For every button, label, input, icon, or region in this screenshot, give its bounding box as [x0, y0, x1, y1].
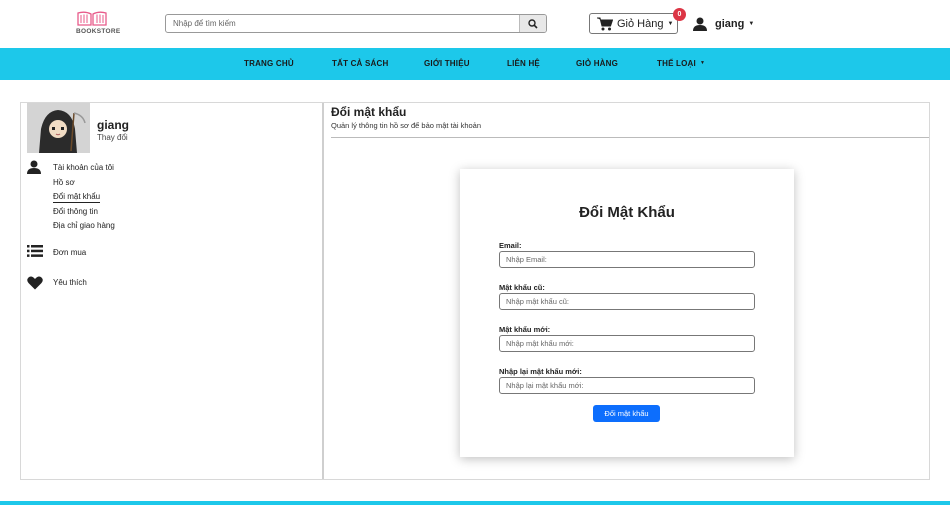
account-panel: giang Thay đổi Tài khoản của tôi Hồ sơ Đ…: [20, 102, 930, 480]
sidebar-item-orders[interactable]: Đơn mua: [53, 248, 86, 257]
logo-text: BOOKSTORE: [76, 28, 121, 35]
nav-categories[interactable]: THỂ LOẠI: [657, 59, 696, 68]
user-icon: [693, 17, 707, 31]
sidebar-item-account[interactable]: Tài khoản của tôi: [53, 163, 114, 172]
footer-bar: [0, 501, 950, 505]
email-label: Email:: [499, 241, 522, 250]
bookstore-logo[interactable]: BOOKSTORE: [76, 10, 132, 38]
new-password-field[interactable]: [499, 335, 755, 352]
nav-home[interactable]: TRANG CHỦ: [244, 59, 294, 68]
new-password-label: Mật khẩu mới:: [499, 325, 551, 334]
content-area: Đổi mật khẩu Quản lý thông tin hồ sơ để …: [326, 103, 929, 479]
nav-contact[interactable]: LIÊN HỆ: [507, 59, 540, 68]
list-icon: [27, 245, 43, 257]
change-password-form: Đổi Mật Khẩu Email: Mật khẩu cũ: Mật khẩ…: [460, 169, 794, 457]
page-subtitle: Quản lý thông tin hồ sơ để bảo mật tài k…: [331, 121, 482, 130]
search-input[interactable]: [166, 15, 520, 32]
form-heading: Đổi Mật Khẩu: [579, 204, 675, 221]
confirm-password-label: Nhập lại mật khẩu mới:: [499, 367, 582, 376]
nav-cart[interactable]: GIỎ HÀNG: [576, 59, 618, 68]
book-icon: [77, 11, 107, 26]
avatar-image: [27, 103, 90, 153]
confirm-password-field[interactable]: [499, 377, 755, 394]
cart-label: Giỏ Hàng: [617, 17, 664, 30]
cart-button[interactable]: Giỏ Hàng ▼: [589, 13, 678, 34]
nav-all-books[interactable]: TẤT CẢ SÁCH: [332, 59, 388, 68]
page-title: Đổi mật khẩu: [331, 105, 407, 119]
cart-icon: [597, 17, 613, 30]
header: BOOKSTORE Giỏ Hàng ▼ 0 giang ▼: [0, 0, 950, 48]
search-button[interactable]: [519, 15, 546, 32]
sidebar-item-profile[interactable]: Hồ sơ: [53, 178, 75, 187]
sidebar-item-change-password[interactable]: Đổi mật khẩu: [53, 192, 101, 203]
heart-icon: [27, 276, 43, 290]
account-sidebar: giang Thay đổi Tài khoản của tôi Hồ sơ Đ…: [21, 103, 324, 479]
email-field[interactable]: [499, 251, 755, 268]
sidebar-item-favorites[interactable]: Yêu thích: [53, 278, 87, 287]
sidebar-username: giang: [97, 118, 129, 132]
search-bar: [165, 14, 547, 33]
nav-about[interactable]: GIỚI THIỆU: [424, 59, 470, 68]
avatar[interactable]: [27, 103, 90, 153]
chevron-down-icon: ▼: [667, 20, 674, 27]
user-name: giang: [715, 18, 745, 30]
divider: [331, 137, 929, 138]
old-password-field[interactable]: [499, 293, 755, 310]
user-menu[interactable]: giang ▼: [693, 15, 754, 33]
chevron-down-icon: ▼: [700, 60, 705, 66]
main-nav: TRANG CHỦ TẤT CẢ SÁCH GIỚI THIỆU LIÊN HỆ…: [0, 48, 950, 80]
chevron-down-icon: ▼: [748, 21, 755, 27]
cart-count-badge: 0: [673, 8, 686, 21]
sidebar-item-edit-info[interactable]: Đổi thông tin: [53, 207, 98, 216]
user-icon: [27, 160, 41, 174]
change-password-button[interactable]: Đổi mật khẩu: [593, 405, 660, 422]
old-password-label: Mật khẩu cũ:: [499, 283, 545, 292]
search-icon: [528, 18, 538, 29]
sidebar-item-address[interactable]: Địa chỉ giao hàng: [53, 221, 115, 230]
change-avatar-link[interactable]: Thay đổi: [97, 133, 128, 142]
